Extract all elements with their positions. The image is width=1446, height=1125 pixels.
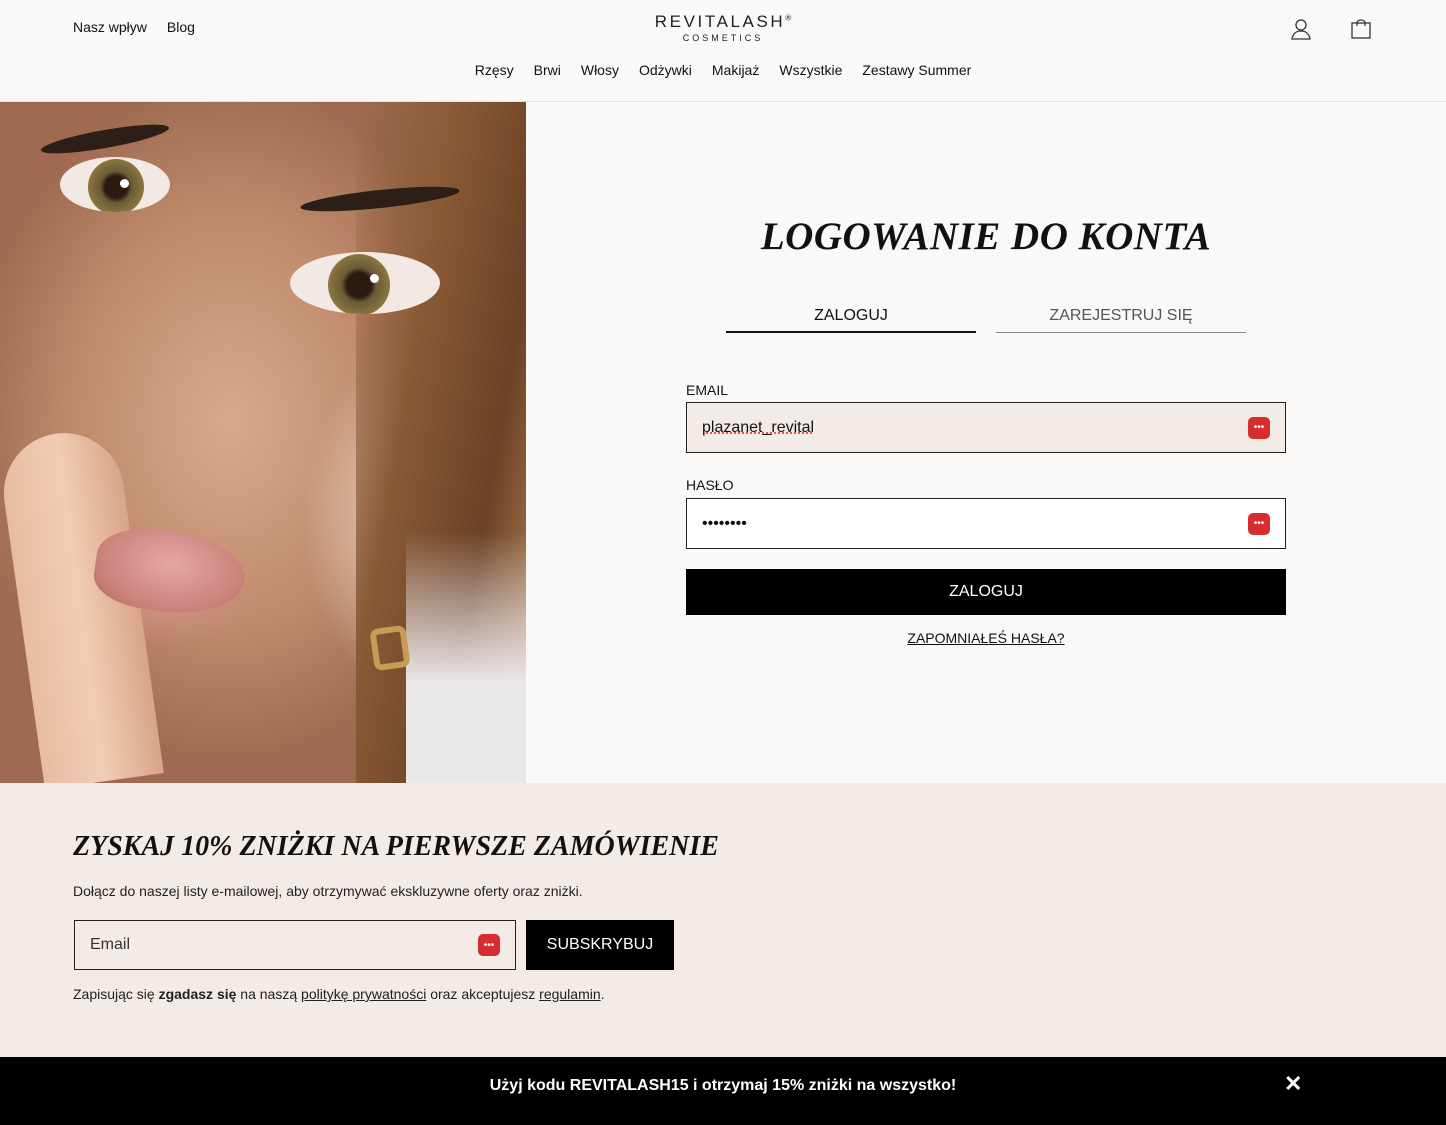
shopping-bag-icon[interactable] <box>1350 18 1372 40</box>
close-icon[interactable]: ✕ <box>1284 1071 1302 1097</box>
password-label: HASŁO <box>686 477 734 493</box>
newsletter-consent: Zapisując się zgadasz się na naszą polit… <box>73 986 605 1002</box>
newsletter-title: ZYSKAJ 10% ZNIŻKI NA PIERWSZE ZAMÓWIENIE <box>73 831 719 862</box>
password-manager-icon[interactable]: ••• <box>1248 512 1270 535</box>
tab-zaloguj[interactable]: ZALOGUJ <box>726 307 976 333</box>
hero-image-background <box>406 532 526 783</box>
site-logo[interactable]: REVITALASH® COSMETICS <box>0 12 1446 43</box>
logo-sub-text: COSMETICS <box>682 33 764 43</box>
email-field[interactable]: plazanet_revital ••• <box>686 402 1286 453</box>
nav-item-makijaz[interactable]: Makijaż <box>712 62 759 78</box>
email-field-value: plazanet_revital <box>702 418 815 436</box>
header-icons <box>1290 18 1372 40</box>
nav-item-rzesy[interactable]: Rzęsy <box>475 62 514 78</box>
newsletter-email-input[interactable]: Email ••• <box>74 920 516 970</box>
nav-item-wszystkie[interactable]: Wszystkie <box>779 62 842 78</box>
password-field[interactable]: •••••••• ••• <box>686 498 1286 549</box>
forgot-password-link[interactable]: ZAPOMNIAŁEŚ HASŁA? <box>907 630 1064 646</box>
hero-portrait-image <box>0 102 526 783</box>
newsletter-description: Dołącz do naszej listy e-mailowej, aby o… <box>73 883 583 899</box>
nav-item-odzywki[interactable]: Odżywki <box>639 62 692 78</box>
consent-text: oraz akceptujesz <box>426 986 540 1002</box>
main-nav: Rzęsy Brwi Włosy Odżywki Makijaż Wszystk… <box>0 62 1446 78</box>
hero-image-eye-right <box>290 252 440 314</box>
password-manager-icon[interactable]: ••• <box>1248 416 1270 439</box>
newsletter-section: ZYSKAJ 10% ZNIŻKI NA PIERWSZE ZAMÓWIENIE… <box>0 783 1446 1057</box>
logo-main-text: REVITALASH® <box>654 12 792 31</box>
login-tabs: ZALOGUJ ZAREJESTRUJ SIĘ <box>726 307 1246 333</box>
login-panel: LOGOWANIE DO KONTA ZALOGUJ ZAREJESTRUJ S… <box>526 102 1446 783</box>
site-header: Nasz wpływ Blog REVITALASH® COSMETICS Rz… <box>0 0 1446 102</box>
nav-item-zestawy-summer[interactable]: Zestawy Summer <box>862 62 971 78</box>
consent-text: na naszą <box>236 986 302 1002</box>
login-title: LOGOWANIE DO KONTA <box>760 215 1212 258</box>
hero-image-earring <box>369 624 411 672</box>
consent-text: . <box>600 986 605 1002</box>
forgot-password: ZAPOMNIAŁEŚ HASŁA? <box>686 630 1286 646</box>
terms-link[interactable]: regulamin <box>539 986 600 1002</box>
privacy-policy-link[interactable]: politykę prywatności <box>301 986 426 1002</box>
promo-text: Użyj kodu REVITALASH15 i otrzymaj 15% zn… <box>489 1077 957 1094</box>
password-field-value: •••••••• <box>702 514 747 532</box>
account-icon[interactable] <box>1290 18 1312 40</box>
email-label: EMAIL <box>686 382 729 398</box>
subscribe-button[interactable]: SUBSKRYBUJ <box>526 920 674 970</box>
consent-bold: zgadasz się <box>158 986 237 1002</box>
nav-item-brwi[interactable]: Brwi <box>534 62 561 78</box>
tab-zarejestruj[interactable]: ZAREJESTRUJ SIĘ <box>996 307 1246 333</box>
hero-image-eye-left <box>60 157 170 212</box>
consent-text: Zapisując się <box>73 986 159 1002</box>
password-manager-icon[interactable]: ••• <box>478 934 500 956</box>
nav-item-wlosy[interactable]: Włosy <box>581 62 619 78</box>
promo-bar: Użyj kodu REVITALASH15 i otrzymaj 15% zn… <box>0 1057 1446 1125</box>
newsletter-email-placeholder: Email <box>90 936 131 953</box>
login-button[interactable]: ZALOGUJ <box>686 569 1286 615</box>
hero-image-brow-left <box>39 118 171 160</box>
